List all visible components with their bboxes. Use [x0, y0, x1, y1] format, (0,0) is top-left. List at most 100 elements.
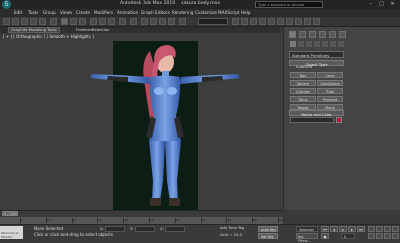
go-to-end-icon[interactable]: ⏭ [357, 226, 365, 232]
next-frame-icon[interactable]: ▸ [348, 226, 356, 232]
scale-icon[interactable] [108, 18, 115, 25]
shapes-icon[interactable] [298, 41, 304, 47]
redo-icon[interactable] [12, 18, 19, 25]
box-button[interactable]: Box [290, 72, 316, 78]
app-logo-icon[interactable]: S [2, 0, 11, 9]
select-object-icon[interactable] [61, 18, 68, 25]
menu-customize[interactable]: Customize [195, 10, 217, 15]
menu-rendering[interactable]: Rendering [172, 10, 193, 15]
spinner-snap-icon[interactable] [168, 18, 175, 25]
menu-views[interactable]: Views [60, 10, 72, 15]
angle-snap-icon[interactable] [150, 18, 157, 25]
add-time-tag[interactable]: Add Time Tag [220, 226, 244, 231]
menu-animation[interactable]: Animation [117, 10, 138, 15]
systems-icon[interactable] [338, 41, 344, 47]
viewport-label[interactable]: [ + ] [ Orthographic ] [ Smooth + Highli… [3, 35, 94, 39]
link-icon[interactable] [21, 18, 28, 25]
select-by-name-icon[interactable] [70, 18, 77, 25]
reference-coord-icon[interactable] [119, 18, 126, 25]
select-filter-icon[interactable] [50, 18, 57, 25]
align-icon[interactable] [241, 18, 248, 25]
track-bar[interactable] [0, 217, 283, 224]
zoom-extents-icon[interactable] [384, 226, 391, 232]
pan-view-icon[interactable] [376, 233, 383, 239]
time-slider[interactable] [0, 210, 283, 217]
move-icon[interactable] [90, 18, 97, 25]
geosphere-button[interactable]: GeoSphere [317, 80, 343, 86]
field-of-view-icon[interactable] [368, 233, 375, 239]
undo-icon[interactable] [3, 18, 10, 25]
autogrid-checkbox[interactable]: AutoGrid [296, 65, 312, 70]
key-filters-button[interactable]: Key Filters... [296, 233, 318, 243]
maxscript-listener[interactable]: Welcome to MAXScr [0, 226, 23, 239]
pivot-center-icon[interactable] [130, 18, 137, 25]
close-icon[interactable]: × [388, 1, 397, 8]
hierarchy-tab-icon[interactable] [309, 31, 316, 38]
menu-help[interactable]: Help [241, 10, 251, 15]
percent-snap-icon[interactable] [159, 18, 166, 25]
menu-group[interactable]: Group [43, 10, 56, 15]
display-tab-icon[interactable] [329, 31, 336, 38]
cone-button[interactable]: Cone [317, 72, 343, 78]
set-key-button[interactable]: Set Key [258, 233, 278, 239]
ribbon-tab-freeform[interactable]: Freeform [76, 28, 93, 32]
minimize-icon[interactable]: – [366, 1, 375, 8]
key-mode-icon[interactable]: ◆ [321, 233, 329, 239]
region-select-icon[interactable] [79, 18, 86, 25]
edit-named-selection-icon[interactable] [179, 18, 186, 25]
maximize-viewport-icon[interactable] [392, 233, 399, 239]
create-tab-icon[interactable] [289, 31, 296, 38]
name-and-color-rollout[interactable]: Name and Color [289, 110, 344, 117]
menu-tools[interactable]: Tools [28, 10, 38, 15]
menu-edit[interactable]: Edit [14, 10, 22, 15]
menu-create[interactable]: Create [76, 10, 90, 15]
ribbon-tab-selection[interactable]: Selection [92, 28, 110, 32]
zoom-extents-all-icon[interactable] [392, 226, 399, 232]
object-color-swatch[interactable] [336, 117, 342, 123]
space-warps-icon[interactable] [330, 41, 336, 47]
render-production-icon[interactable] [313, 18, 320, 25]
pyramid-button[interactable]: Pyramid [317, 96, 343, 102]
tube-button[interactable]: Tube [317, 88, 343, 94]
schematic-view-icon[interactable] [277, 18, 284, 25]
cameras-icon[interactable] [314, 41, 320, 47]
torus-button[interactable]: Torus [290, 96, 316, 102]
modify-tab-icon[interactable] [299, 31, 306, 38]
x-coordinate-field[interactable] [105, 226, 125, 232]
menu-maxscript[interactable]: MAXScript [218, 10, 240, 15]
utilities-tab-icon[interactable] [339, 31, 346, 38]
search-input[interactable]: Type a keyword or phrase [255, 1, 323, 8]
named-selection-set-field[interactable] [198, 18, 228, 25]
bind-space-warp-icon[interactable] [39, 18, 46, 25]
previous-frame-icon[interactable]: ◂ [330, 226, 338, 232]
maximize-icon[interactable]: □ [377, 1, 386, 8]
geometry-icon[interactable] [290, 41, 296, 47]
menu-graph-editors[interactable]: Graph Editors [141, 10, 170, 15]
menu-modifiers[interactable]: Modifiers [94, 10, 113, 15]
unlink-icon[interactable] [30, 18, 37, 25]
zoom-all-icon[interactable] [376, 226, 383, 232]
motion-tab-icon[interactable] [319, 31, 326, 38]
go-to-start-icon[interactable]: ⏮ [321, 226, 329, 232]
play-icon[interactable]: ▸ [339, 226, 347, 232]
material-editor-icon[interactable] [286, 18, 293, 25]
time-slider-thumb[interactable]: 0 / 100 [2, 211, 18, 216]
character-model[interactable] [0, 41, 283, 210]
orbit-icon[interactable] [384, 233, 391, 239]
layer-manager-icon[interactable] [250, 18, 257, 25]
auto-key-button[interactable]: Auto Key [258, 226, 278, 232]
curve-editor-icon[interactable] [268, 18, 275, 25]
lights-icon[interactable] [306, 41, 312, 47]
z-coordinate-field[interactable] [165, 226, 185, 232]
helpers-icon[interactable] [322, 41, 328, 47]
category-dropdown[interactable]: Standard Primitives [289, 51, 344, 58]
snap-toggle-icon[interactable] [141, 18, 148, 25]
key-selection-dropdown[interactable]: Selected [296, 226, 318, 232]
cylinder-button[interactable]: Cylinder [290, 88, 316, 94]
object-name-field[interactable] [290, 117, 334, 123]
rendered-frame-icon[interactable] [304, 18, 311, 25]
current-frame-field[interactable]: 0 [341, 233, 355, 239]
mirror-icon[interactable] [232, 18, 239, 25]
sphere-button[interactable]: Sphere [290, 80, 316, 86]
rotate-icon[interactable] [99, 18, 106, 25]
